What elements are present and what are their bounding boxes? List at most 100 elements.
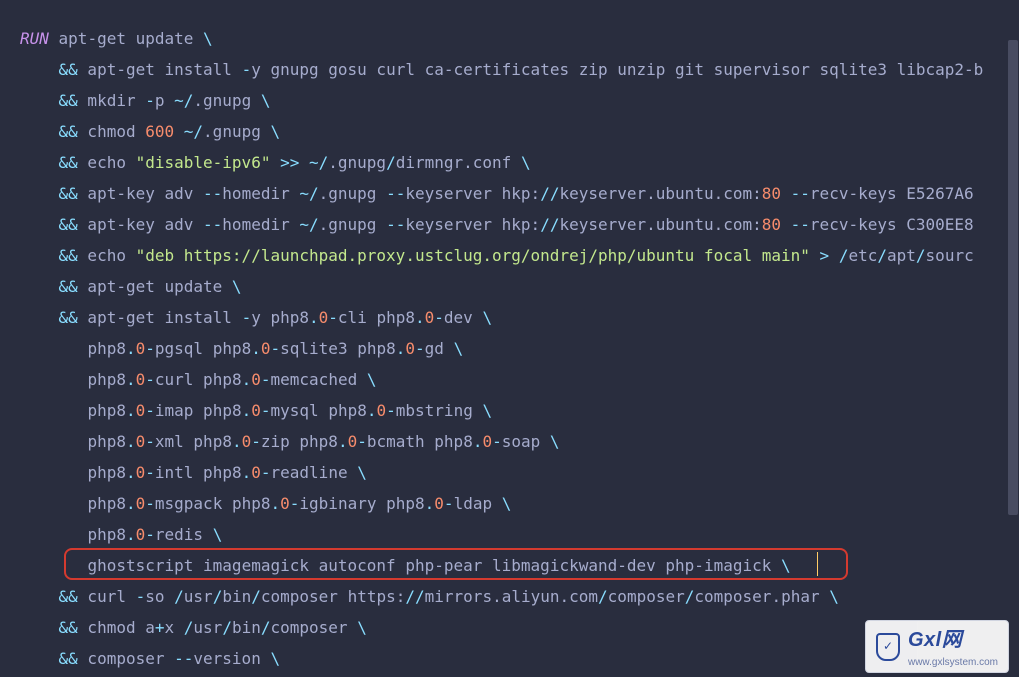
- code-token: version: [193, 649, 270, 668]
- code-token: php8: [87, 401, 126, 420]
- code-token: \: [482, 401, 492, 420]
- and-operator: &&: [59, 618, 78, 637]
- code-line[interactable]: && chmod 600 ~/.gnupg \: [20, 116, 1019, 147]
- code-token: .: [338, 432, 348, 451]
- code-token: zip php8: [261, 432, 338, 451]
- code-token: \: [829, 587, 839, 606]
- code-token: --: [791, 215, 810, 234]
- code-token: [270, 153, 280, 172]
- code-token: php8: [87, 525, 126, 544]
- code-token: --: [174, 649, 193, 668]
- code-token: so: [145, 587, 174, 606]
- code-token: curl php8: [155, 370, 242, 389]
- code-token: composer: [78, 649, 174, 668]
- code-token: .: [242, 463, 252, 482]
- code-token: /: [222, 618, 232, 637]
- code-token: .gnupg: [328, 153, 386, 172]
- code-token: 0: [405, 339, 415, 358]
- code-line[interactable]: php8.0-xml php8.0-zip php8.0-bcmath php8…: [20, 426, 1019, 457]
- code-line[interactable]: && apt-key adv --homedir ~/.gnupg --keys…: [20, 178, 1019, 209]
- code-token: .gnupg: [319, 215, 386, 234]
- code-token: "deb https://launchpad.proxy.ustclug.org…: [136, 246, 810, 265]
- code-token: apt-key adv: [78, 215, 203, 234]
- code-token: chmod a: [78, 618, 155, 637]
- code-token: php8: [87, 432, 126, 451]
- and-operator: &&: [59, 308, 78, 327]
- code-line[interactable]: && echo "deb https://launchpad.proxy.ust…: [20, 240, 1019, 271]
- code-token: .gnupg: [203, 122, 270, 141]
- code-token: -: [145, 339, 155, 358]
- code-token: \: [203, 29, 213, 48]
- code-token: /: [916, 246, 926, 265]
- code-line[interactable]: ghostscript imagemagick autoconf php-pea…: [20, 550, 1019, 581]
- code-line[interactable]: && apt-get install -y php8.0-cli php8.0-…: [20, 302, 1019, 333]
- code-line[interactable]: && apt-get install -y gnupg gosu curl ca…: [20, 54, 1019, 85]
- code-line[interactable]: && apt-key adv --homedir ~/.gnupg --keys…: [20, 209, 1019, 240]
- code-token: \: [232, 277, 242, 296]
- code-editor[interactable]: RUN apt-get update \ && apt-get install …: [12, 0, 1019, 677]
- code-token: composer.phar: [694, 587, 829, 606]
- code-token: p: [155, 91, 174, 110]
- code-token: msgpack php8: [155, 494, 271, 513]
- code-token: --: [203, 215, 222, 234]
- code-token: +: [155, 618, 165, 637]
- code-token: /: [261, 618, 271, 637]
- code-token: imap php8: [155, 401, 242, 420]
- and-operator: &&: [59, 215, 78, 234]
- code-token: \: [521, 153, 531, 172]
- code-token: php8: [87, 339, 126, 358]
- vertical-scrollbar[interactable]: [1007, 0, 1019, 677]
- code-token: -: [261, 463, 271, 482]
- code-token: dev: [444, 308, 483, 327]
- code-token: -: [357, 432, 367, 451]
- code-token: >: [820, 246, 830, 265]
- code-token: ~/: [309, 153, 328, 172]
- code-line[interactable]: php8.0-imap php8.0-mysql php8.0-mbstring…: [20, 395, 1019, 426]
- code-token: \: [550, 432, 560, 451]
- code-line[interactable]: && mkdir -p ~/.gnupg \: [20, 85, 1019, 116]
- and-operator: &&: [59, 277, 78, 296]
- code-token: .: [126, 339, 136, 358]
- code-line[interactable]: php8.0-curl php8.0-memcached \: [20, 364, 1019, 395]
- code-token: apt-key adv: [78, 184, 203, 203]
- code-token: /: [213, 587, 223, 606]
- code-token: 0: [136, 432, 146, 451]
- code-line[interactable]: php8.0-msgpack php8.0-igbinary php8.0-ld…: [20, 488, 1019, 519]
- code-token: 0: [376, 401, 386, 420]
- and-operator: &&: [59, 587, 78, 606]
- code-token: -: [145, 91, 155, 110]
- code-token: -: [145, 370, 155, 389]
- code-token: 0: [136, 494, 146, 513]
- code-token: -: [136, 587, 146, 606]
- scrollbar-thumb[interactable]: [1008, 40, 1018, 515]
- code-token: --: [386, 184, 405, 203]
- code-token: ~/: [299, 215, 318, 234]
- code-token: bcmath php8: [367, 432, 473, 451]
- code-token: x: [165, 618, 184, 637]
- code-token: [174, 122, 184, 141]
- code-token: readline: [271, 463, 358, 482]
- code-token: php8: [87, 494, 126, 513]
- code-token: 0: [348, 432, 358, 451]
- and-operator: &&: [59, 184, 78, 203]
- code-token: --: [203, 184, 222, 203]
- code-token: //: [405, 587, 424, 606]
- code-token: echo: [78, 246, 136, 265]
- code-token: >>: [280, 153, 299, 172]
- code-token: xml php8: [155, 432, 232, 451]
- code-token: .: [126, 432, 136, 451]
- code-token: 0: [136, 339, 146, 358]
- code-line[interactable]: && apt-get update \: [20, 271, 1019, 302]
- code-token: 0: [251, 463, 261, 482]
- code-line[interactable]: && echo "disable-ipv6" >> ~/.gnupg/dirmn…: [20, 147, 1019, 178]
- code-token: -: [242, 308, 252, 327]
- code-line[interactable]: php8.0-pgsql php8.0-sqlite3 php8.0-gd \: [20, 333, 1019, 364]
- code-line[interactable]: RUN apt-get update \: [20, 23, 1019, 54]
- code-token: \: [261, 91, 271, 110]
- code-token: [810, 246, 820, 265]
- code-token: \: [270, 649, 280, 668]
- code-line[interactable]: && curl -so /usr/bin/composer https://mi…: [20, 581, 1019, 612]
- code-token: /: [386, 153, 396, 172]
- code-line[interactable]: php8.0-redis \: [20, 519, 1019, 550]
- code-line[interactable]: php8.0-intl php8.0-readline \: [20, 457, 1019, 488]
